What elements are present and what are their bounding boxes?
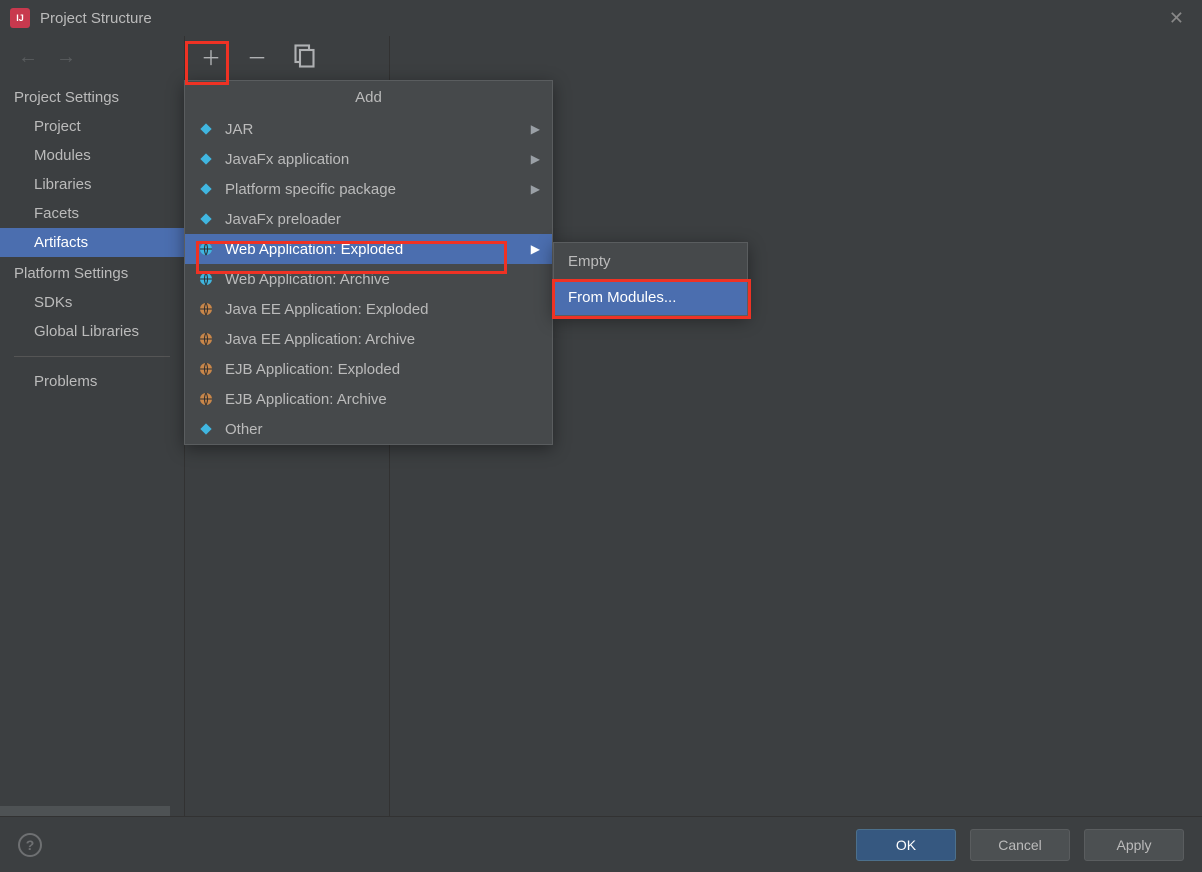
menu-item-label: EJB Application: Archive <box>225 391 387 408</box>
web-app-exploded-submenu: EmptyFrom Modules... <box>553 242 748 316</box>
menu-item-javafx-preloader[interactable]: JavaFx preloader <box>185 204 552 234</box>
sidebar-scrollbar[interactable] <box>0 806 170 816</box>
diamond-icon <box>197 210 215 228</box>
popup-title: Add <box>185 81 552 114</box>
window-title: Project Structure <box>40 10 152 27</box>
forward-icon[interactable]: → <box>56 46 76 69</box>
cancel-button[interactable]: Cancel <box>970 829 1070 861</box>
sidebar-item-problems[interactable]: Problems <box>0 367 184 396</box>
platform-settings-header: Platform Settings <box>0 257 184 288</box>
copy-button[interactable] <box>291 44 315 68</box>
menu-item-label: EJB Application: Exploded <box>225 361 400 378</box>
menu-item-label: Java EE Application: Exploded <box>225 301 428 318</box>
sidebar-divider <box>14 356 170 357</box>
app-icon <box>10 8 30 28</box>
menu-item-label: JAR <box>225 121 253 138</box>
sidebar-item-project[interactable]: Project <box>0 112 184 141</box>
menu-item-label: JavaFx preloader <box>225 211 341 228</box>
chevron-right-icon: ▶ <box>531 152 540 166</box>
menu-item-label: Web Application: Archive <box>225 271 390 288</box>
title-bar: Project Structure ✕ <box>0 0 1202 36</box>
add-artifact-menu: Add JAR▶JavaFx application▶Platform spec… <box>184 80 553 445</box>
copy-icon <box>291 44 315 68</box>
menu-item-label: Platform specific package <box>225 181 396 198</box>
ear-icon <box>197 330 215 348</box>
chevron-right-icon: ▶ <box>531 122 540 136</box>
chevron-right-icon: ▶ <box>531 182 540 196</box>
close-icon[interactable]: ✕ <box>1161 4 1192 33</box>
chevron-right-icon: ▶ <box>531 242 540 256</box>
add-button[interactable]: ＋ <box>199 44 223 68</box>
sidebar: ← → Project Settings Project Modules Lib… <box>0 36 184 816</box>
sidebar-item-artifacts[interactable]: Artifacts <box>0 228 184 257</box>
project-settings-header: Project Settings <box>0 81 184 112</box>
menu-item-label: Java EE Application: Archive <box>225 331 415 348</box>
menu-item-ejb-application-exploded[interactable]: EJB Application: Exploded <box>185 354 552 384</box>
sidebar-item-modules[interactable]: Modules <box>0 141 184 170</box>
menu-item-javafx-application[interactable]: JavaFx application ▶ <box>185 144 552 174</box>
menu-item-label: Web Application: Exploded <box>225 241 403 258</box>
help-button[interactable]: ? <box>18 833 42 857</box>
sidebar-item-facets[interactable]: Facets <box>0 199 184 228</box>
dialog-footer: ? OK Cancel Apply <box>0 816 1202 872</box>
ejb-icon <box>197 390 215 408</box>
artifacts-toolbar: ＋ － <box>185 36 1202 76</box>
globe-icon <box>197 240 215 258</box>
menu-item-other[interactable]: Other <box>185 414 552 444</box>
menu-item-label: JavaFx application <box>225 151 349 168</box>
submenu-item-from-modules-[interactable]: From Modules... <box>554 279 747 315</box>
menu-item-web-application-exploded[interactable]: Web Application: Exploded ▶ <box>185 234 552 264</box>
sidebar-item-libraries[interactable]: Libraries <box>0 170 184 199</box>
diamond-icon <box>197 120 215 138</box>
apply-button[interactable]: Apply <box>1084 829 1184 861</box>
diamond-icon <box>197 150 215 168</box>
menu-item-java-ee-application-exploded[interactable]: Java EE Application: Exploded <box>185 294 552 324</box>
back-icon[interactable]: ← <box>18 46 38 69</box>
ear-icon <box>197 300 215 318</box>
menu-item-label: Other <box>225 421 263 438</box>
diamond-icon <box>197 180 215 198</box>
diamond-icon <box>197 420 215 438</box>
globe-icon <box>197 270 215 288</box>
menu-item-ejb-application-archive[interactable]: EJB Application: Archive <box>185 384 552 414</box>
submenu-item-empty[interactable]: Empty <box>554 243 747 279</box>
sidebar-item-global-libraries[interactable]: Global Libraries <box>0 317 184 346</box>
nav-history: ← → <box>0 46 184 81</box>
ejb-icon <box>197 360 215 378</box>
menu-item-jar[interactable]: JAR ▶ <box>185 114 552 144</box>
menu-item-web-application-archive[interactable]: Web Application: Archive <box>185 264 552 294</box>
sidebar-item-sdks[interactable]: SDKs <box>0 288 184 317</box>
remove-button[interactable]: － <box>245 44 269 68</box>
ok-button[interactable]: OK <box>856 829 956 861</box>
menu-item-platform-specific-package[interactable]: Platform specific package ▶ <box>185 174 552 204</box>
menu-item-java-ee-application-archive[interactable]: Java EE Application: Archive <box>185 324 552 354</box>
main-area: ← → Project Settings Project Modules Lib… <box>0 36 1202 816</box>
